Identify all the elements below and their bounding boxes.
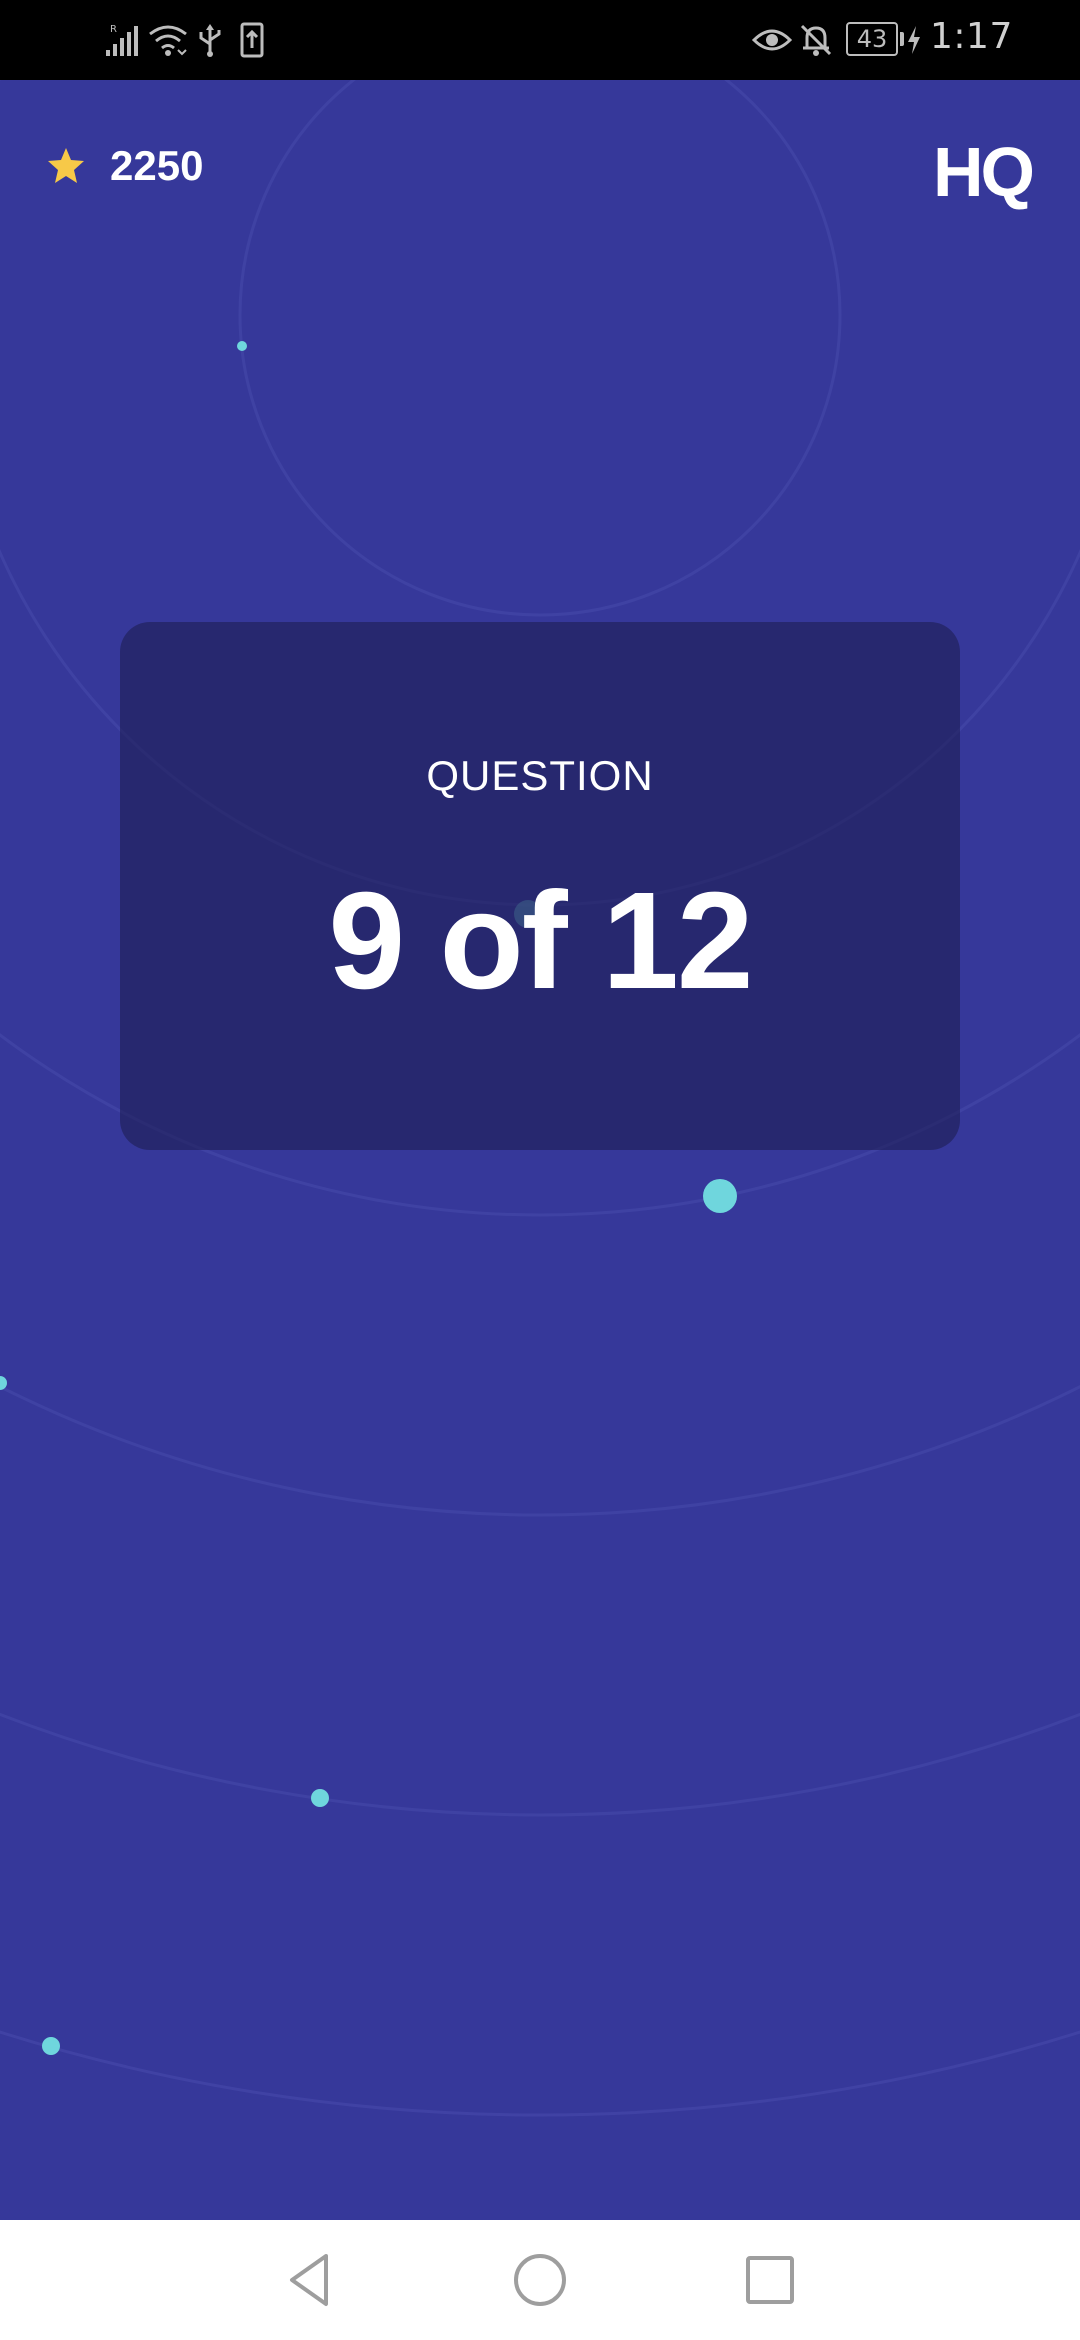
upload-icon (240, 22, 264, 58)
bg-dot (237, 341, 247, 351)
star-icon (48, 148, 84, 183)
bg-ring (238, 80, 842, 617)
bg-dot (703, 1179, 737, 1213)
hq-logo: HQ (933, 133, 1035, 211)
usb-icon (199, 24, 221, 57)
recents-nav-icon[interactable] (738, 2248, 802, 2312)
bell-off-icon (800, 24, 832, 56)
bg-dot (0, 1376, 7, 1390)
question-card: QUESTION 9 of 12 (120, 622, 960, 1150)
score-value: 2250 (110, 142, 204, 189)
battery-tip (900, 32, 904, 46)
charging-icon (908, 26, 920, 54)
clock: 1:17 (930, 16, 1013, 57)
navigation-bar (0, 2220, 1080, 2340)
status-bar: R 43 1:17 (0, 0, 1080, 80)
back-nav-icon[interactable] (278, 2248, 342, 2312)
game-screen: 2250 HQ QUESTION 9 of 12 (0, 80, 1080, 2220)
home-nav-icon[interactable] (508, 2248, 572, 2312)
battery-level: 43 (846, 22, 898, 56)
svg-text:R: R (110, 24, 117, 35)
background-decoration (0, 80, 1080, 2116)
wifi-icon (149, 25, 187, 56)
question-count: 9 of 12 (328, 864, 753, 1018)
screen: R 43 1:17 2250 HQ QUESTION 9 of 12 (0, 0, 1080, 2340)
bg-dot (311, 1789, 329, 1807)
eye-icon (752, 29, 792, 51)
bg-dot (42, 2037, 60, 2055)
signal-icon: R (106, 24, 138, 56)
question-label: QUESTION (426, 752, 654, 799)
score-display: 2250 (46, 142, 203, 190)
